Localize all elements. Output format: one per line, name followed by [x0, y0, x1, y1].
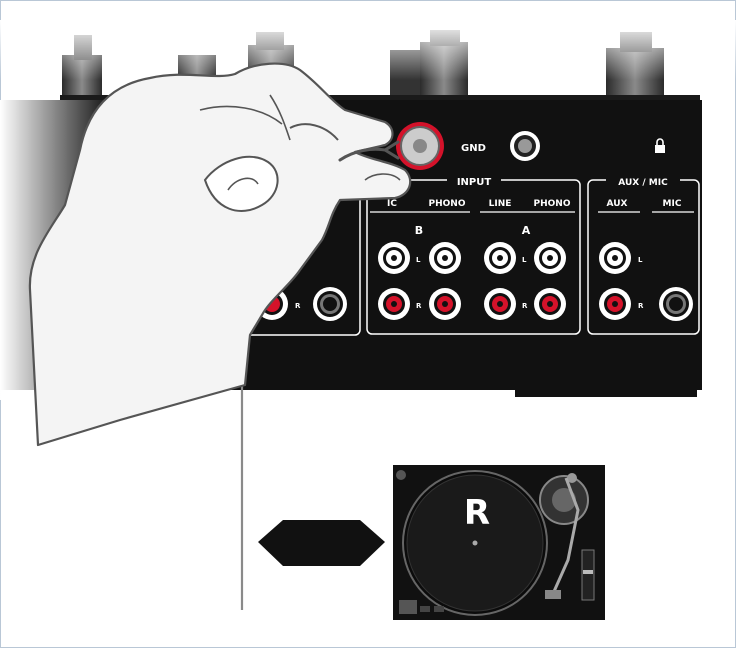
turntable: R: [393, 465, 605, 620]
rca-jack-red[interactable]: [378, 288, 410, 320]
column-label: LINE: [489, 199, 512, 209]
mic-jack[interactable]: [313, 287, 347, 321]
right-marker: R: [522, 302, 528, 310]
mixer-knobs: [0, 20, 738, 103]
turntable-label: R: [464, 493, 490, 533]
rca-jack-white[interactable]: [534, 242, 566, 274]
rca-jack-white[interactable]: [599, 242, 631, 274]
left-marker: L: [522, 256, 527, 264]
right-marker: R: [295, 302, 301, 310]
rca-jack-red[interactable]: [599, 288, 631, 320]
right-marker: R: [638, 302, 644, 310]
left-marker: L: [638, 256, 643, 264]
column-label: AUX: [607, 199, 628, 209]
column-label: IC: [387, 199, 397, 209]
input-title: INPUT: [457, 177, 492, 188]
gnd-label: GND: [461, 143, 486, 154]
column-label: MIC: [663, 199, 682, 209]
illustration: GND INPUT IC PHONO LINE PHONO B A L L R …: [0, 20, 738, 620]
rca-jack-white[interactable]: [484, 242, 516, 274]
channel-a-label: A: [522, 224, 531, 237]
column-label: PHONO: [429, 199, 466, 209]
left-marker: L: [416, 256, 421, 264]
gnd-post: [510, 131, 540, 161]
right-marker: R: [416, 302, 422, 310]
mic-jack[interactable]: [659, 287, 693, 321]
column-label: PHONO: [534, 199, 571, 209]
rca-jack-white[interactable]: [378, 242, 410, 274]
connection-arrow: [258, 520, 385, 566]
rca-jack-red[interactable]: [429, 288, 461, 320]
aux-mic-title: AUX / MIC: [618, 178, 668, 188]
channel-b-label: B: [415, 224, 423, 237]
rca-jack-red[interactable]: [484, 288, 516, 320]
rca-jack-red[interactable]: [534, 288, 566, 320]
rca-jack-white[interactable]: [429, 242, 461, 274]
gnd-terminal[interactable]: [396, 122, 444, 170]
